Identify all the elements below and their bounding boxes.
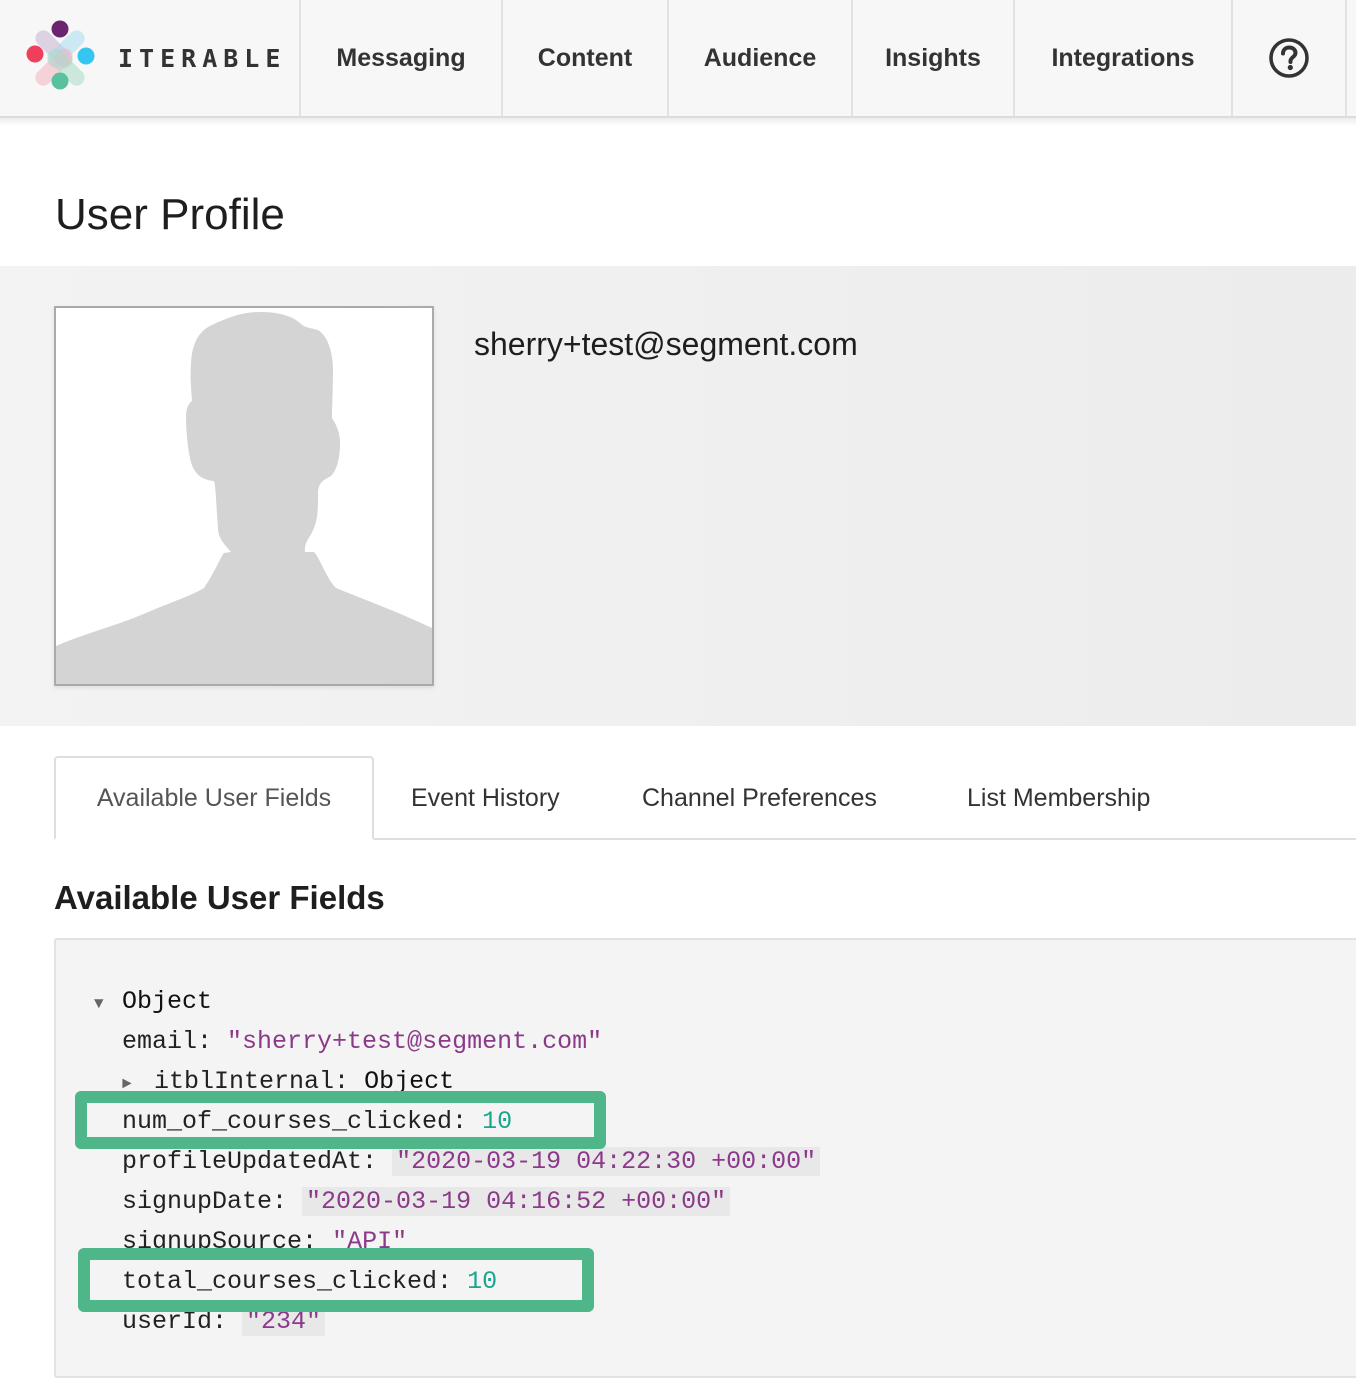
json-key: profileUpdatedAt: — [122, 1147, 378, 1176]
json-row-signup-source: signupSource: "API" — [122, 1222, 407, 1262]
json-key: total_courses_clicked: — [122, 1267, 453, 1296]
nav-insights[interactable]: Insights — [853, 0, 1015, 116]
json-value: "2020-03-19 04:22:30 +00:00" — [392, 1147, 821, 1176]
json-value: "sherry+test@segment.com" — [227, 1027, 603, 1056]
json-row-email: email: "sherry+test@segment.com" — [122, 1022, 602, 1062]
json-value: "2020-03-19 04:16:52 +00:00" — [302, 1187, 731, 1216]
json-value: 10 — [467, 1267, 498, 1296]
user-silhouette-icon — [56, 312, 432, 684]
brand-logo[interactable]: ITERABLE — [0, 0, 301, 116]
user-fields-json-viewer: ▼ Object email: "sherry+test@segment.com"… — [54, 938, 1356, 1378]
json-row-num-of-courses-clicked: num_of_courses_clicked: 10 — [122, 1102, 512, 1142]
tab-event-history[interactable]: Event History — [411, 756, 560, 840]
json-key: userId: — [122, 1307, 228, 1336]
json-root-label: Object — [122, 987, 213, 1016]
profile-header: sherry+test@segment.com — [0, 266, 1356, 726]
top-nav: ITERABLE Messaging Content Audience Insi… — [0, 0, 1356, 126]
brand-name: ITERABLE — [118, 43, 287, 73]
help-circle-icon — [1269, 38, 1309, 78]
json-key: itblInternal: — [154, 1067, 350, 1096]
profile-email: sherry+test@segment.com — [474, 326, 858, 362]
json-row-itblinternal[interactable]: ► itblInternal: Object — [122, 1062, 454, 1102]
json-value: "234" — [242, 1307, 326, 1336]
section-title: Available User Fields — [54, 879, 385, 916]
iterable-logo-icon — [26, 20, 95, 90]
tab-available-user-fields[interactable]: Available User Fields — [54, 756, 374, 840]
json-row-user-id: userId: "234" — [122, 1302, 326, 1342]
json-row-total-courses-clicked: total_courses_clicked: 10 — [122, 1262, 497, 1302]
nav-messaging[interactable]: Messaging — [301, 0, 503, 116]
json-key: signupSource: — [122, 1227, 318, 1256]
tab-channel-preferences[interactable]: Channel Preferences — [642, 756, 877, 840]
profile-tabs: Available User Fields Event History Chan… — [54, 756, 1356, 840]
nav-content[interactable]: Content — [503, 0, 669, 116]
json-value: "API" — [332, 1227, 408, 1256]
json-key: email: — [122, 1027, 213, 1056]
caret-right-icon[interactable]: ► — [122, 1064, 154, 1104]
help-button[interactable] — [1233, 0, 1347, 116]
json-key: num_of_courses_clicked: — [122, 1107, 468, 1136]
json-key: signupDate: — [122, 1187, 288, 1216]
avatar — [54, 306, 434, 686]
json-row-signup-date: signupDate: "2020-03-19 04:16:52 +00:00" — [122, 1182, 731, 1222]
json-row-profile-updated-at: profileUpdatedAt: "2020-03-19 04:22:30 +… — [122, 1142, 821, 1182]
nav-audience[interactable]: Audience — [669, 0, 853, 116]
nav-integrations[interactable]: Integrations — [1015, 0, 1233, 116]
page-title: User Profile — [55, 190, 285, 239]
json-value: 10 — [482, 1107, 513, 1136]
caret-down-icon[interactable]: ▼ — [94, 984, 122, 1024]
tab-list-membership[interactable]: List Membership — [967, 756, 1150, 840]
json-root-row[interactable]: ▼ Object — [94, 982, 212, 1022]
json-value: Object — [364, 1067, 455, 1096]
